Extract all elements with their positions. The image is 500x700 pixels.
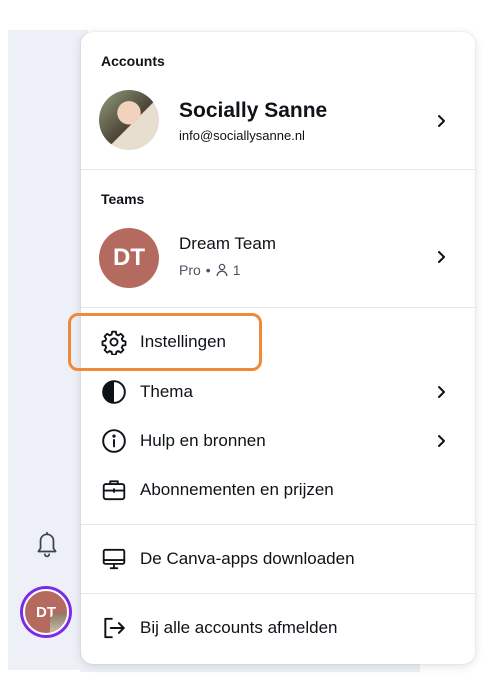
- profile-avatar-button[interactable]: DT: [20, 586, 72, 638]
- highlight-annotation: [68, 313, 262, 371]
- menu-item-help[interactable]: Hulp en bronnen: [81, 421, 475, 461]
- contrast-icon: [102, 380, 126, 404]
- info-circle-icon: [102, 429, 126, 453]
- person-icon: [216, 263, 228, 277]
- profile-photo-badge: [50, 613, 67, 633]
- menu-label-subscriptions: Abonnementen en prijzen: [140, 480, 334, 499]
- chevron-right-icon: [438, 251, 445, 263]
- menu-label-help: Hulp en bronnen: [140, 431, 266, 450]
- menu-label-download-apps: De Canva-apps downloaden: [140, 549, 355, 568]
- account-avatar: [99, 90, 159, 150]
- team-meta-separator: •: [205, 262, 211, 278]
- team-name: Dream Team: [179, 234, 276, 253]
- divider: [81, 524, 475, 525]
- team-avatar: DT: [99, 228, 159, 288]
- chevron-right-icon: [438, 386, 445, 398]
- menu-item-sign-out-all[interactable]: Bij alle accounts afmelden: [81, 608, 475, 648]
- divider: [81, 169, 475, 170]
- menu-item-theme[interactable]: Thema: [81, 372, 475, 412]
- accounts-section-label: Accounts: [101, 53, 165, 69]
- menu-label-theme: Thema: [140, 382, 193, 401]
- divider: [81, 307, 475, 308]
- sign-out-icon: [104, 617, 125, 639]
- menu-item-download-apps[interactable]: De Canva-apps downloaden: [81, 539, 475, 579]
- team-meta: Pro • 1: [179, 262, 241, 278]
- team-plan: Pro: [179, 262, 201, 278]
- menu-item-subscriptions[interactable]: Abonnementen en prijzen: [81, 470, 475, 510]
- account-row[interactable]: Socially Sanne info@sociallysanne.nl: [81, 84, 475, 164]
- account-name: Socially Sanne: [179, 99, 328, 122]
- divider: [81, 593, 475, 594]
- team-row-dream-team[interactable]: DT Dream Team Pro • 1: [81, 220, 475, 300]
- bell-icon[interactable]: [34, 530, 60, 558]
- briefcase-icon: [102, 480, 126, 501]
- team-member-count: 1: [232, 262, 241, 278]
- account-email: info@sociallysanne.nl: [179, 128, 305, 143]
- chevron-right-icon: [438, 435, 445, 447]
- chevron-right-icon: [438, 115, 445, 127]
- teams-section-label: Teams: [101, 191, 145, 207]
- menu-label-sign-out-all: Bij alle accounts afmelden: [140, 618, 338, 637]
- monitor-icon: [102, 548, 126, 570]
